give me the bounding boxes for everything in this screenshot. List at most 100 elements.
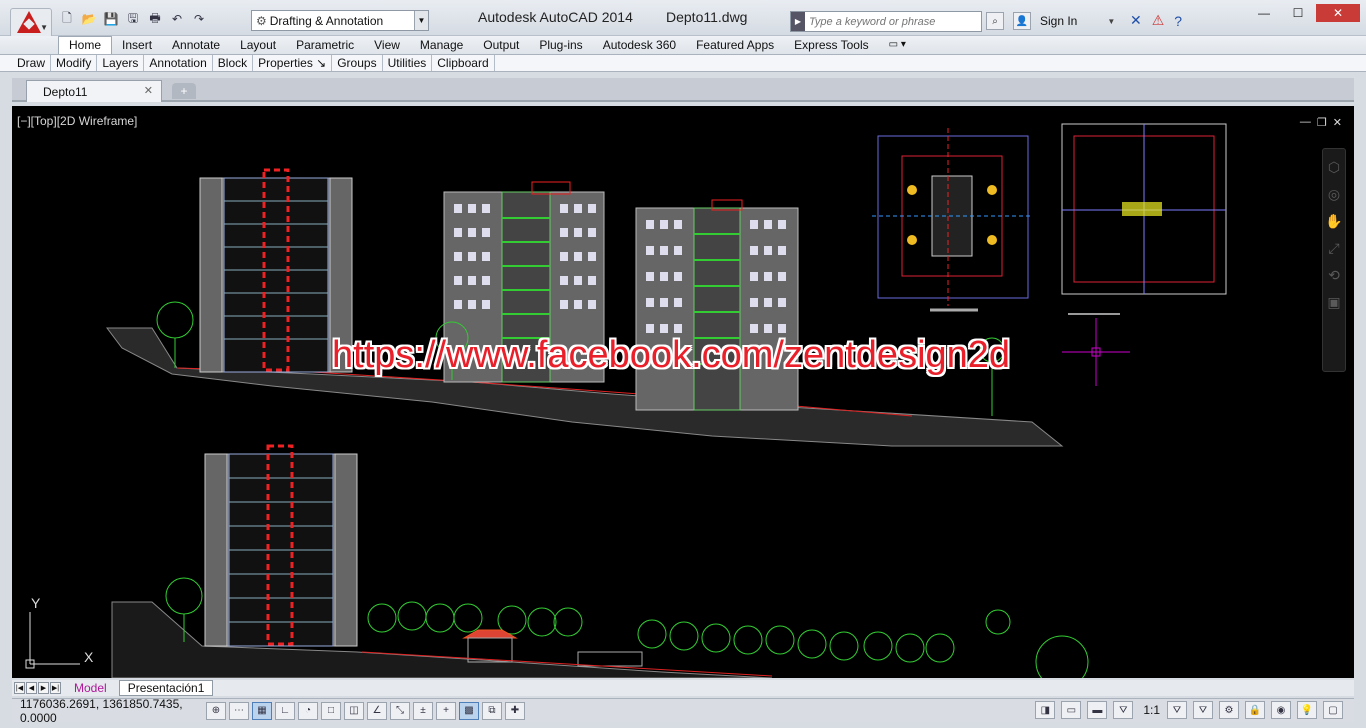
tab-express-tools[interactable]: Express Tools: [784, 36, 878, 54]
ucs-icon: [25, 612, 80, 669]
panel-block[interactable]: Block: [213, 55, 254, 71]
stay-connected-icon[interactable]: ⚠: [1152, 12, 1165, 29]
last-layout-icon[interactable]: ▶|: [50, 682, 61, 694]
tab-parametric[interactable]: Parametric: [286, 36, 364, 54]
close-icon[interactable]: ✕: [1316, 4, 1360, 22]
workspace-switching-icon[interactable]: ⚙: [1219, 701, 1239, 719]
viewport-window-controls: — ❐ ✕: [1300, 116, 1342, 129]
ribbon-minimize-icon[interactable]: ▭ ▾: [889, 36, 906, 54]
chevron-down-icon[interactable]: ▼: [1107, 17, 1115, 26]
object-snap-tracking-icon[interactable]: ∠: [367, 701, 387, 720]
model-space-icon[interactable]: ◨: [1035, 701, 1056, 719]
panel-modify[interactable]: Modify: [51, 55, 98, 71]
lineweight-icon[interactable]: +: [436, 701, 456, 720]
application-menu-button[interactable]: ▼: [10, 8, 52, 38]
object-snap-icon[interactable]: □: [321, 701, 341, 720]
save-icon[interactable]: 💾: [102, 10, 120, 28]
workspace-selector[interactable]: ⚙ Drafting & Annotation ▼: [251, 10, 429, 31]
panel-clipboard[interactable]: Clipboard: [432, 55, 495, 71]
dynamic-input-icon[interactable]: ±: [413, 701, 433, 720]
tab-featured-apps[interactable]: Featured Apps: [686, 36, 784, 54]
panel-properties[interactable]: Properties ↘: [253, 55, 333, 71]
panel-layers[interactable]: Layers: [97, 55, 145, 71]
help-icon[interactable]: ?: [1174, 13, 1182, 29]
selection-cycling-icon[interactable]: ✚: [505, 701, 525, 720]
undo-icon[interactable]: ↶: [168, 10, 186, 28]
close-icon[interactable]: ✕: [144, 84, 153, 97]
save-as-icon[interactable]: 🖫: [124, 10, 142, 28]
pavilion: [462, 629, 518, 663]
navigation-bar[interactable]: ⬡ ◎ ✋ ⤢ ⟲ ▣: [1322, 148, 1346, 372]
search-box[interactable]: ▶: [790, 11, 982, 32]
panel-groups[interactable]: Groups: [332, 55, 383, 71]
drawing-viewport[interactable]: [−][Top][2D Wireframe] — ❐ ✕ ⬡ ◎ ✋ ⤢ ⟲ ▣: [12, 106, 1354, 678]
crosshair-cursor: [1062, 318, 1130, 386]
expand-arrow-icon[interactable]: ▶: [791, 12, 805, 31]
quick-properties-icon[interactable]: ⧉: [482, 701, 502, 720]
open-folder-icon[interactable]: 📂: [80, 10, 98, 28]
tab-output[interactable]: Output: [473, 36, 529, 54]
isolate-objects-icon[interactable]: 💡: [1297, 701, 1317, 719]
print-icon[interactable]: 🖶: [146, 10, 164, 28]
tab-layout[interactable]: Layout: [230, 36, 286, 54]
building-elevation-4: [204, 444, 358, 647]
title-bar: ▼ 🗋 📂 💾 🖫 🖶 ↶ ↷ ⚙ Drafting & Annotation …: [0, 0, 1366, 38]
next-layout-icon[interactable]: ▶: [38, 682, 49, 694]
viewport-controls-label[interactable]: [−][Top][2D Wireframe]: [17, 114, 137, 128]
zoom-icon[interactable]: ⤢: [1323, 240, 1345, 257]
prev-layout-icon[interactable]: ◀: [26, 682, 37, 694]
auto-scale-icon[interactable]: ⛛: [1193, 701, 1213, 719]
panel-annotation[interactable]: Annotation: [144, 55, 213, 71]
viewcube-icon[interactable]: ⬡: [1323, 159, 1345, 176]
first-layout-icon[interactable]: |◀: [14, 682, 25, 694]
3d-object-snap-icon[interactable]: ◫: [344, 701, 364, 720]
hardware-acceleration-icon[interactable]: ◉: [1271, 701, 1291, 719]
close-icon[interactable]: ✕: [1333, 116, 1342, 129]
tab-home[interactable]: Home: [58, 36, 113, 54]
infer-constraints-icon[interactable]: ⊕: [206, 701, 226, 720]
dynamic-ucs-icon[interactable]: ⤡: [390, 701, 410, 720]
tab-manage[interactable]: Manage: [410, 36, 473, 54]
tab-insert[interactable]: Insert: [112, 36, 162, 54]
orbit-icon[interactable]: ⟲: [1323, 267, 1345, 284]
sign-in-label[interactable]: Sign In: [1040, 14, 1077, 28]
panel-utilities[interactable]: Utilities: [383, 55, 433, 71]
lock-icon[interactable]: 🔒: [1245, 701, 1265, 719]
quick-view-drawings-icon[interactable]: ▬: [1087, 701, 1108, 719]
sign-in-area[interactable]: ⌕ 👤 Sign In ▼: [986, 12, 1115, 30]
annotation-scale-icon[interactable]: ⛛: [1113, 701, 1134, 719]
maximize-icon[interactable]: ☐: [1282, 4, 1314, 22]
tab-plug-ins[interactable]: Plug-ins: [529, 36, 592, 54]
tab-layout-presentacion1[interactable]: Presentación1: [118, 680, 214, 696]
grid-display-icon[interactable]: ▦: [252, 701, 272, 720]
new-tab-button[interactable]: +: [172, 83, 196, 99]
annotation-scale-value[interactable]: 1:1: [1139, 703, 1164, 717]
tab-model[interactable]: Model: [66, 681, 115, 695]
restore-icon[interactable]: ❐: [1317, 116, 1327, 129]
search-input[interactable]: [805, 15, 975, 28]
panel-draw[interactable]: Draw: [12, 55, 52, 71]
file-tab-depto11[interactable]: Depto11 ✕: [26, 80, 162, 102]
chevron-down-icon[interactable]: ▼: [414, 11, 428, 30]
transparency-icon[interactable]: ▩: [459, 701, 479, 720]
pan-icon[interactable]: ✋: [1323, 213, 1345, 230]
tab-autodesk-360[interactable]: Autodesk 360: [593, 36, 686, 54]
new-file-icon[interactable]: 🗋: [58, 10, 76, 28]
redo-icon[interactable]: ↷: [190, 10, 208, 28]
minimize-icon[interactable]: —: [1248, 4, 1280, 22]
coordinates-readout[interactable]: 1176036.2691, 1361850.7435, 0.0000: [12, 697, 206, 725]
quick-view-layouts-icon[interactable]: ▭: [1061, 701, 1082, 719]
ortho-mode-icon[interactable]: ∟: [275, 701, 295, 720]
ucs-y-label: Y: [31, 595, 41, 611]
exchange-icon[interactable]: ✕: [1130, 12, 1142, 29]
showmotion-icon[interactable]: ▣: [1323, 294, 1345, 311]
tab-view[interactable]: View: [364, 36, 410, 54]
minimize-icon[interactable]: —: [1300, 116, 1311, 129]
binoculars-icon[interactable]: ⌕: [986, 12, 1004, 30]
polar-tracking-icon[interactable]: ◔: [298, 701, 318, 720]
clean-screen-icon[interactable]: ▢: [1323, 701, 1343, 719]
annotation-visibility-icon[interactable]: ⛛: [1167, 701, 1187, 719]
steering-wheel-icon[interactable]: ◎: [1323, 186, 1345, 203]
snap-mode-icon[interactable]: ⋯: [229, 701, 249, 720]
tab-annotate[interactable]: Annotate: [162, 36, 230, 54]
